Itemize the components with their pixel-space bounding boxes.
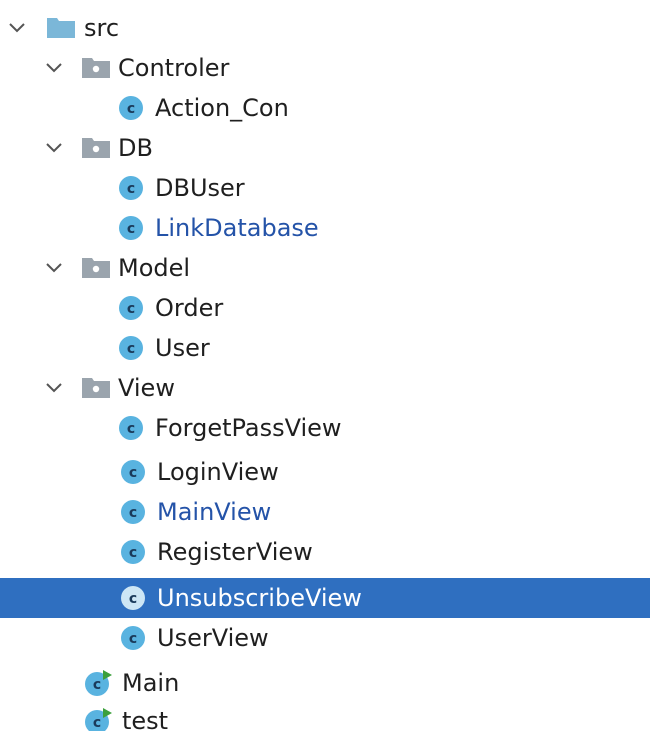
tree-item-user-class[interactable]: c User [0, 328, 650, 368]
svg-text:c: c [93, 715, 101, 731]
tree-item-src-folder[interactable]: src [0, 8, 650, 48]
tree-item-db-folder[interactable]: DB [0, 128, 650, 168]
class-icon: c [121, 500, 145, 524]
package-folder-icon [82, 258, 110, 278]
class-icon: c [119, 216, 143, 240]
tree-item-action-con-class[interactable]: c Action_Con [0, 88, 650, 128]
tree-item-label: UserView [157, 624, 269, 652]
package-folder-icon [82, 58, 110, 78]
tree-item-label: DBUser [155, 174, 245, 202]
svg-text:c: c [129, 505, 137, 521]
tree-item-mainview-class[interactable]: c MainView [0, 492, 650, 532]
tree-item-label: DB [118, 134, 153, 162]
tree-item-label: View [118, 374, 175, 402]
tree-item-label: Model [118, 254, 191, 282]
tree-item-label: Controler [118, 54, 230, 82]
tree-item-label: MainView [157, 498, 272, 526]
tree-item-label: RegisterView [157, 538, 313, 566]
tree-item-loginview-class[interactable]: c LoginView [0, 452, 650, 492]
svg-text:c: c [127, 341, 135, 357]
tree-item-label: test [122, 707, 169, 731]
tree-item-userview-class[interactable]: c UserView [0, 618, 650, 658]
class-icon: c [121, 626, 145, 650]
svg-text:c: c [129, 545, 137, 561]
tree-item-label: Action_Con [155, 94, 289, 122]
chevron-down-icon[interactable] [6, 17, 28, 39]
class-icon: c [119, 96, 143, 120]
tree-item-controler-folder[interactable]: Controler [0, 48, 650, 88]
class-icon: c [119, 416, 143, 440]
tree-item-label: ForgetPassView [155, 414, 342, 442]
chevron-down-icon[interactable] [43, 137, 65, 159]
tree-item-registerview-class[interactable]: c RegisterView [0, 532, 650, 572]
tree-item-model-folder[interactable]: Model [0, 248, 650, 288]
chevron-down-icon[interactable] [43, 257, 65, 279]
tree-item-label: LoginView [157, 458, 279, 486]
tree-item-test-class[interactable]: c test [0, 701, 650, 731]
package-folder-icon [82, 378, 110, 398]
tree-item-unsubscribeview-class[interactable]: c UnsubscribeView [0, 578, 650, 618]
svg-text:c: c [127, 301, 135, 317]
svg-text:c: c [127, 221, 135, 237]
runnable-class-icon: c [85, 708, 112, 731]
chevron-down-icon[interactable] [43, 57, 65, 79]
class-icon: c [119, 296, 143, 320]
svg-text:c: c [129, 591, 137, 607]
svg-text:c: c [127, 181, 135, 197]
class-icon: c [119, 176, 143, 200]
project-tree[interactable]: src Controler c Action_Con DB c DBUser c… [0, 0, 650, 731]
tree-item-dbuser-class[interactable]: c DBUser [0, 168, 650, 208]
runnable-class-icon: c [85, 670, 112, 696]
tree-item-linkdatabase-class[interactable]: c LinkDatabase [0, 208, 650, 248]
class-icon: c [121, 460, 145, 484]
class-icon: c [119, 336, 143, 360]
svg-text:c: c [129, 631, 137, 647]
tree-item-main-class[interactable]: c Main [0, 663, 650, 703]
svg-text:c: c [127, 101, 135, 117]
svg-text:c: c [127, 421, 135, 437]
svg-text:c: c [129, 465, 137, 481]
tree-item-label: Main [122, 669, 180, 697]
package-folder-icon [82, 138, 110, 158]
folder-icon [47, 18, 75, 38]
tree-item-label: UnsubscribeView [157, 584, 362, 612]
tree-item-label: LinkDatabase [155, 214, 319, 242]
tree-item-view-folder[interactable]: View [0, 368, 650, 408]
class-icon: c [121, 586, 145, 610]
chevron-down-icon[interactable] [43, 377, 65, 399]
tree-item-forgetpassview-class[interactable]: c ForgetPassView [0, 408, 650, 448]
class-icon: c [121, 540, 145, 564]
tree-item-label: User [155, 334, 210, 362]
tree-item-label: src [84, 14, 120, 42]
tree-item-label: Order [155, 294, 224, 322]
tree-item-order-class[interactable]: c Order [0, 288, 650, 328]
svg-text:c: c [93, 677, 101, 693]
